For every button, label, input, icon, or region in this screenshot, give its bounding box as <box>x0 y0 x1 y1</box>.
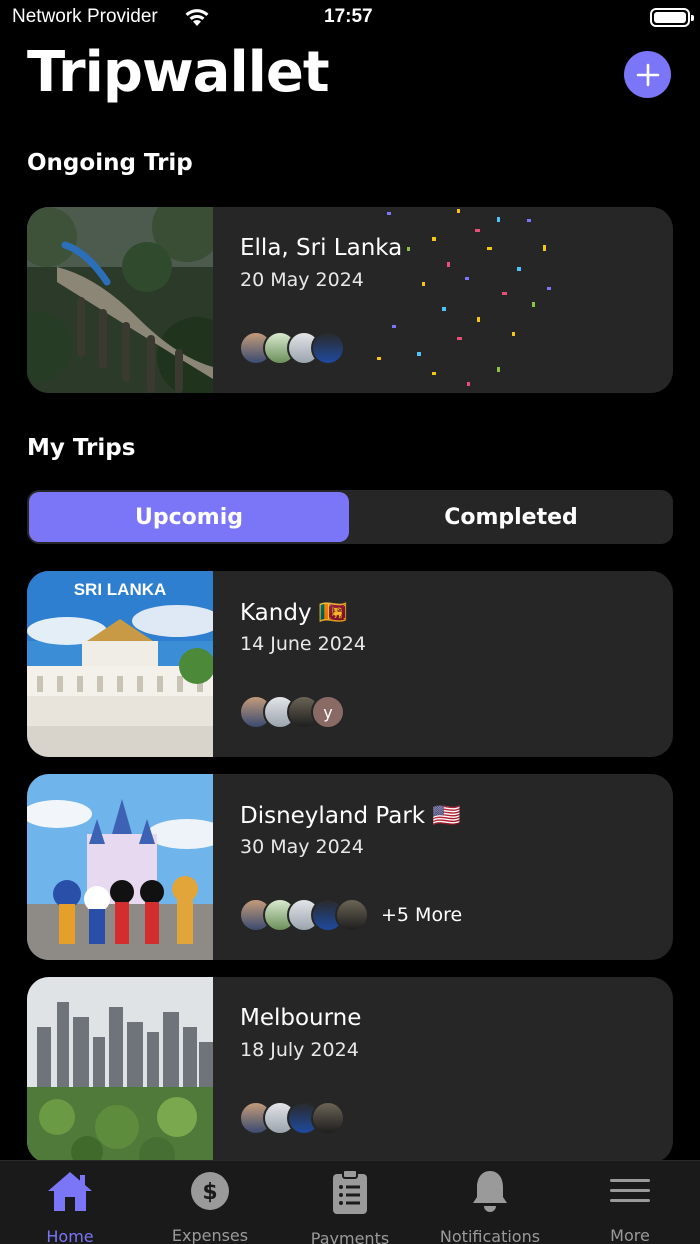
trip-photo-ella <box>27 207 213 393</box>
clock: 17:57 <box>324 6 373 27</box>
more-members-count: +5 More <box>381 904 463 926</box>
trip-date: 20 May 2024 <box>240 269 364 291</box>
tab-payments[interactable]: Payments <box>280 1169 420 1244</box>
bell-icon <box>471 1169 509 1213</box>
battery-icon <box>650 8 694 27</box>
dollar-icon: $ <box>190 1169 230 1212</box>
svg-text:$: $ <box>202 1180 217 1205</box>
avatar <box>311 1101 345 1135</box>
ongoing-trip-heading: Ongoing Trip <box>27 150 193 176</box>
tab-label: Payments <box>310 1229 390 1244</box>
trip-name: Kandy 🇱🇰 <box>240 600 348 626</box>
app-title: Tripwallet <box>27 40 330 105</box>
trip-date: 30 May 2024 <box>240 836 364 858</box>
tab-label: Expenses <box>171 1226 249 1244</box>
trip-name: Melbourne <box>240 1005 362 1031</box>
tab-more[interactable]: More <box>560 1169 700 1244</box>
trip-filter-segment: Upcomig Completed <box>27 490 673 544</box>
trip-date: 18 July 2024 <box>240 1039 359 1061</box>
member-avatars <box>239 331 345 365</box>
svg-text:SRI LANKA: SRI LANKA <box>74 580 167 599</box>
tab-label: Home <box>46 1227 94 1244</box>
plus-icon <box>636 63 659 86</box>
my-trips-heading: My Trips <box>27 435 136 461</box>
carrier-name: Network Provider <box>12 6 158 27</box>
tab-expenses[interactable]: $ Expenses <box>140 1169 280 1244</box>
trip-card-disneyland[interactable]: Disneyland Park 🇺🇸 30 May 2024 +5 More <box>27 774 673 960</box>
trip-card-melbourne[interactable]: Melbourne 18 July 2024 <box>27 977 673 1163</box>
menu-icon <box>609 1169 651 1212</box>
home-icon <box>46 1169 94 1213</box>
clipboard-icon <box>332 1169 368 1215</box>
ongoing-trip-card[interactable]: Ella, Sri Lanka 20 May 2024 <box>27 207 673 393</box>
avatar <box>335 898 369 932</box>
tab-notifications[interactable]: Notifications <box>420 1169 560 1244</box>
bottom-tab-bar: Home $ Expenses Payments Notifications M… <box>0 1160 700 1244</box>
avatar <box>311 331 345 365</box>
trip-date: 14 June 2024 <box>240 633 366 655</box>
tab-completed[interactable]: Completed <box>351 492 671 542</box>
tab-upcoming[interactable]: Upcomig <box>29 492 349 542</box>
status-bar: Network Provider 17:57 <box>0 0 700 36</box>
avatar-initial: y <box>311 695 345 729</box>
tab-label: More <box>610 1226 650 1244</box>
trip-name: Disneyland Park 🇺🇸 <box>240 803 462 829</box>
trip-card-kandy[interactable]: SRI LANKA Kandy 🇱🇰 14 June 2024 y <box>27 571 673 757</box>
wifi-icon <box>184 7 210 31</box>
tab-home[interactable]: Home <box>0 1169 140 1244</box>
trip-photo-disneyland <box>27 774 213 960</box>
member-avatars: +5 More <box>239 898 462 932</box>
member-avatars: y <box>239 695 345 729</box>
trip-photo-melbourne <box>27 977 213 1163</box>
tab-label: Notifications <box>439 1227 541 1244</box>
trip-photo-kandy: SRI LANKA <box>27 571 213 757</box>
trip-name: Ella, Sri Lanka <box>240 235 403 261</box>
add-trip-button[interactable] <box>624 51 671 98</box>
member-avatars <box>239 1101 345 1135</box>
